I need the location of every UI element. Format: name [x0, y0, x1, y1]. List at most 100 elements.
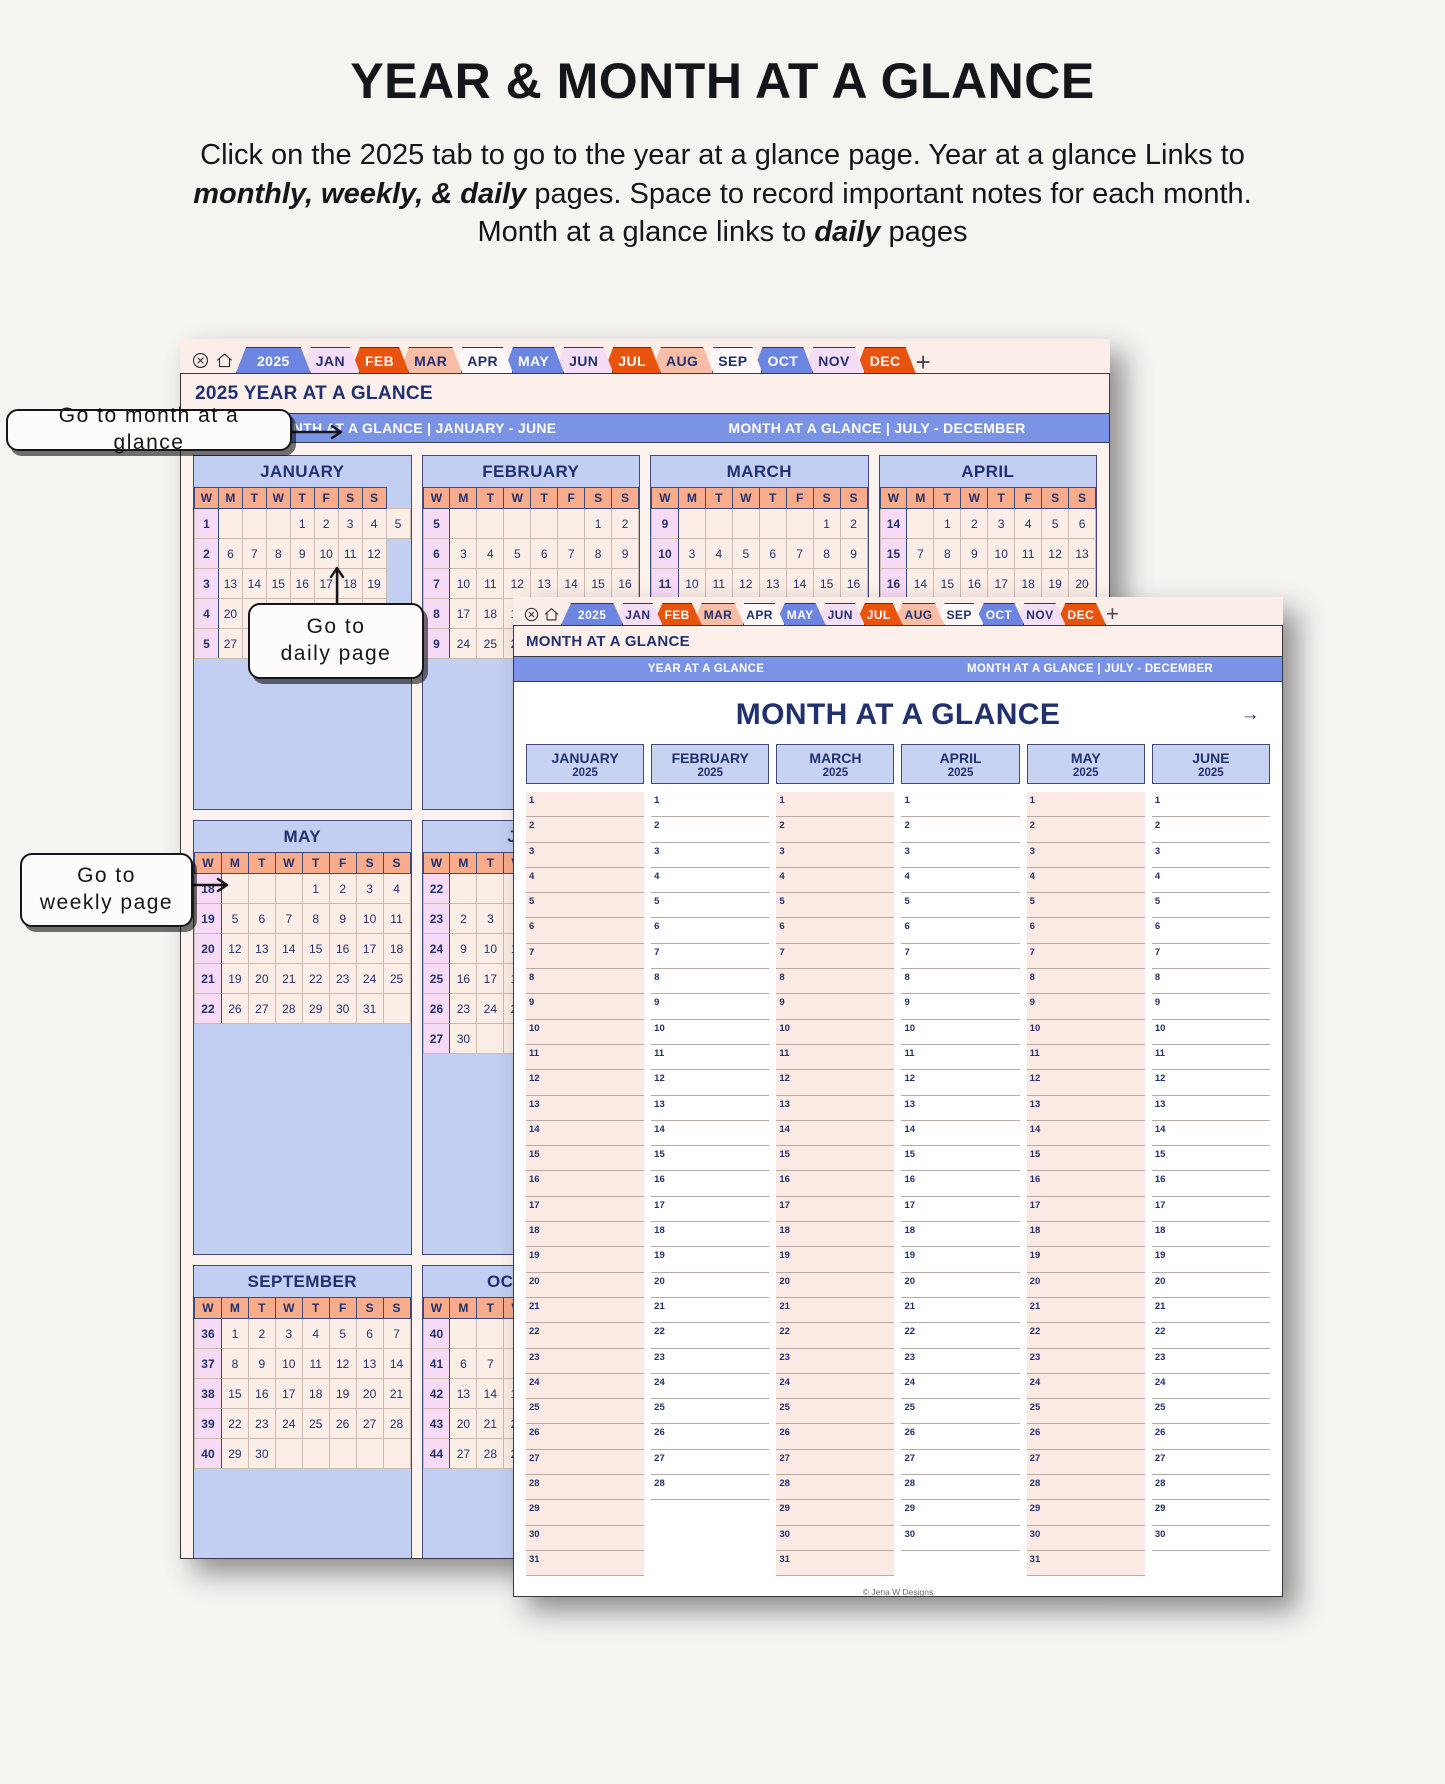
mag-day-row[interactable]: 21	[651, 1297, 770, 1324]
calendar-day-cell[interactable]: 2	[960, 508, 989, 539]
calendar-day-cell[interactable]: 10	[313, 538, 339, 569]
calendar-day-cell[interactable]: 12	[731, 568, 760, 599]
mag-day-row[interactable]: 12	[651, 1070, 770, 1096]
tab-dec[interactable]: DEC	[855, 347, 916, 373]
tab-sep[interactable]: SEP	[703, 347, 762, 373]
calendar-day-cell[interactable]: 17	[274, 1378, 303, 1409]
calendar-day-cell[interactable]: 5	[328, 1318, 357, 1349]
calendar-day-cell[interactable]: 24	[274, 1408, 303, 1439]
calendar-day-cell[interactable]: 31	[355, 993, 384, 1024]
mag-day-row[interactable]: 5	[776, 893, 895, 919]
calendar-day-cell[interactable]: 18	[382, 933, 411, 964]
calendar-day-cell[interactable]: 6	[1068, 508, 1096, 539]
calendar-day-cell[interactable]: 17	[449, 598, 478, 629]
calendar-day-cell[interactable]: 7	[476, 1348, 505, 1379]
mag-day-row[interactable]: 25	[901, 1399, 1020, 1425]
calendar-day-cell[interactable]: 9	[839, 538, 868, 569]
mag-day-row[interactable]: 12	[1151, 1070, 1270, 1096]
mag-day-row[interactable]: 30	[526, 1525, 645, 1551]
calendar-day-cell[interactable]: 2	[611, 508, 639, 539]
calendar-day-cell[interactable]: 22	[301, 963, 330, 994]
calendar-day-cell[interactable]: 17	[987, 568, 1016, 599]
mag-day-row[interactable]: 7	[901, 943, 1020, 970]
tab-feb[interactable]: FEB	[350, 347, 409, 373]
calendar-day-cell[interactable]: 14	[906, 568, 935, 599]
mag-day-row[interactable]: 2	[776, 817, 895, 843]
mag-day-row[interactable]: 24	[651, 1373, 770, 1400]
mag-day-row[interactable]: 26	[776, 1424, 895, 1450]
calendar-day-cell[interactable]: 3	[337, 508, 363, 539]
calendar-day-cell[interactable]: 20	[1068, 568, 1096, 599]
month-notes-area[interactable]	[194, 659, 411, 809]
calendar-day-cell[interactable]: 19	[361, 568, 387, 599]
calendar-day-cell[interactable]: 15	[301, 933, 330, 964]
close-circle-icon[interactable]	[521, 603, 541, 625]
calendar-day-cell[interactable]: 2	[449, 903, 478, 934]
mag-day-row[interactable]: 19	[901, 1247, 1020, 1273]
mag-day-row[interactable]: 21	[776, 1297, 895, 1324]
mag-day-row[interactable]: 8	[526, 969, 645, 995]
mag-day-row[interactable]: 18	[651, 1222, 770, 1248]
mag-day-row[interactable]: 23	[776, 1348, 895, 1374]
mag-day-row[interactable]: 1	[776, 792, 895, 818]
calendar-day-cell[interactable]: 13	[1068, 538, 1096, 569]
calendar-day-cell[interactable]: 10	[677, 568, 706, 599]
mag-day-row[interactable]: 28	[901, 1475, 1020, 1501]
mag-day-row[interactable]: 18	[1026, 1222, 1145, 1248]
mag-day-row[interactable]: 28	[651, 1475, 770, 1501]
calendar-day-cell[interactable]: 5	[1041, 508, 1070, 539]
calendar-day-cell[interactable]: 9	[611, 538, 639, 569]
mag-column-header-january[interactable]: JANUARY 2025	[526, 744, 645, 784]
calendar-day-cell[interactable]: 2	[328, 873, 357, 904]
tab-jan[interactable]: JAN	[301, 347, 360, 373]
calendar-day-cell[interactable]: 13	[449, 1378, 478, 1409]
mag-day-row[interactable]: 9	[1151, 994, 1270, 1020]
mag-day-row[interactable]: 28	[526, 1475, 645, 1501]
mag-day-row[interactable]: 29	[1026, 1500, 1145, 1526]
mag-day-row[interactable]: 25	[776, 1399, 895, 1425]
calendar-day-cell[interactable]: 10	[449, 568, 478, 599]
mag-day-row[interactable]: 2	[651, 817, 770, 843]
calendar-day-cell[interactable]: 16	[289, 568, 315, 599]
mag-day-row[interactable]: 14	[776, 1120, 895, 1147]
calendar-day-cell[interactable]: 22	[220, 1408, 249, 1439]
mag-day-row[interactable]: 11	[776, 1044, 895, 1071]
tab-mar[interactable]: MAR	[399, 347, 462, 373]
calendar-day-cell[interactable]: 4	[704, 538, 733, 569]
mag-day-row[interactable]: 5	[901, 893, 1020, 919]
mag-day-row[interactable]: 1	[1026, 792, 1145, 818]
mag-day-row[interactable]: 13	[1151, 1095, 1270, 1121]
calendar-day-cell[interactable]: 13	[758, 568, 787, 599]
tab-jul[interactable]: JUL	[603, 347, 661, 373]
mag-day-row[interactable]: 13	[651, 1095, 770, 1121]
calendar-day-cell[interactable]: 2	[247, 1318, 276, 1349]
calendar-day-cell[interactable]: 6	[355, 1318, 384, 1349]
calendar-day-cell[interactable]: 3	[677, 538, 706, 569]
mag-day-row[interactable]: 23	[526, 1348, 645, 1374]
calendar-day-cell[interactable]: 16	[328, 933, 357, 964]
calendar-day-cell[interactable]: 21	[382, 1378, 411, 1409]
calendar-day-cell[interactable]: 8	[220, 1348, 249, 1379]
mag-day-row[interactable]: 1	[1151, 792, 1270, 818]
month-notes-area[interactable]	[194, 1469, 411, 1558]
add-tab-plus-icon[interactable]: +	[1106, 603, 1119, 625]
calendar-day-cell[interactable]: 6	[217, 538, 243, 569]
calendar-day-cell[interactable]: 6	[758, 538, 787, 569]
mag-day-row[interactable]: 1	[901, 792, 1020, 818]
mag-day-row[interactable]: 15	[651, 1146, 770, 1172]
mag-day-row[interactable]: 25	[1151, 1399, 1270, 1425]
mag-day-row[interactable]: 9	[901, 994, 1020, 1020]
calendar-day-cell[interactable]: 8	[812, 538, 841, 569]
mag-day-row[interactable]: 3	[526, 842, 645, 868]
calendar-day-cell[interactable]: 13	[247, 933, 276, 964]
mag-day-row[interactable]: 12	[776, 1070, 895, 1096]
calendar-day-cell[interactable]: 7	[382, 1318, 411, 1349]
calendar-day-cell[interactable]: 26	[220, 993, 249, 1024]
calendar-day-cell[interactable]: 18	[301, 1378, 330, 1409]
mag-day-row[interactable]: 6	[901, 918, 1020, 944]
mag-day-row[interactable]: 26	[901, 1424, 1020, 1450]
mag-day-row[interactable]: 4	[1026, 867, 1145, 894]
mag-day-row[interactable]: 6	[776, 918, 895, 944]
calendar-day-cell[interactable]: 19	[328, 1378, 357, 1409]
mag-day-row[interactable]: 30	[1151, 1525, 1270, 1551]
